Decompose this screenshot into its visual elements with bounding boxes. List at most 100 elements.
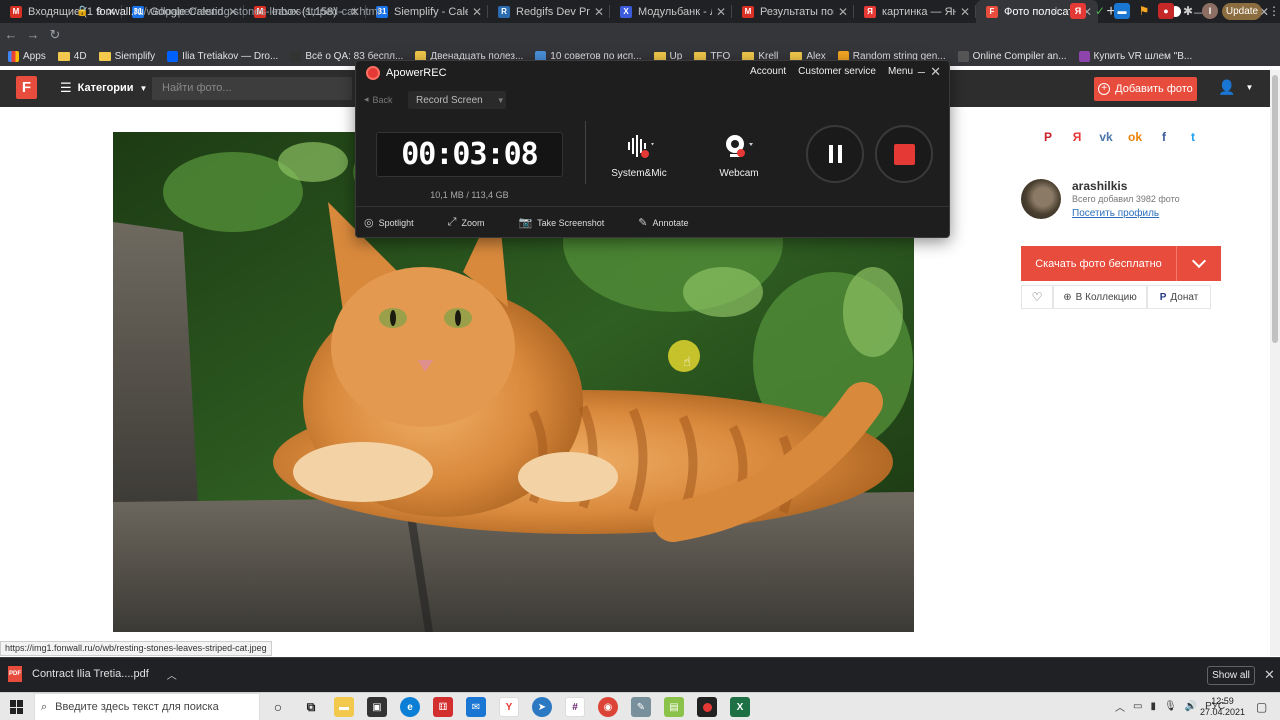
- task-view-icon[interactable]: ⧉: [301, 697, 321, 717]
- bookmark-label: Купить VR шлем "В...: [1093, 50, 1193, 62]
- donate-button[interactable]: P Донат: [1147, 285, 1211, 309]
- avatar[interactable]: [1021, 179, 1061, 219]
- red-extension-icon[interactable]: ●: [1158, 3, 1174, 19]
- back-arrow-icon[interactable]: ←: [0, 27, 22, 42]
- like-button[interactable]: ♡: [1021, 285, 1053, 309]
- webcam-button[interactable]: Webcam: [712, 133, 766, 179]
- back-label: Back: [372, 94, 393, 105]
- url-path: /wallpaper/resting-stones-leaves-striped…: [143, 5, 381, 18]
- gmail-icon: M: [10, 5, 22, 18]
- excel-icon[interactable]: X: [730, 697, 750, 717]
- scrollbar-thumb[interactable]: [1272, 75, 1278, 343]
- pinterest-icon[interactable]: P: [1038, 127, 1058, 147]
- add-photo-button[interactable]: + Добавить фото: [1094, 77, 1197, 101]
- yandex-browser-icon[interactable]: Y: [499, 697, 519, 717]
- pdf-file-icon: PDF: [8, 666, 22, 682]
- gift-app-icon[interactable]: ⚅: [433, 697, 453, 717]
- chrome-icon[interactable]: ◉: [598, 697, 618, 717]
- bookmark-item[interactable]: Online Compiler an...: [957, 50, 1067, 62]
- site-search-input[interactable]: Найти фото...: [152, 77, 352, 100]
- update-button[interactable]: Update: [1222, 3, 1262, 20]
- customer-service-menu-item[interactable]: Customer service: [798, 66, 876, 77]
- puzzle-extensions-icon[interactable]: ✱: [1180, 3, 1196, 19]
- link-status-tooltip: https://img1.fonwall.ru/o/wb/resting-sto…: [0, 641, 272, 656]
- lock-icon[interactable]: 🔒: [76, 6, 88, 17]
- download-item[interactable]: PDF Contract Ilia Tretia....pdf ︿: [8, 666, 177, 682]
- download-options-button[interactable]: [1176, 246, 1221, 281]
- blue-extension-icon[interactable]: ▬: [1114, 3, 1130, 19]
- windows-start-icon[interactable]: [10, 700, 24, 714]
- bookmark-star-icon[interactable]: ☆: [1048, 3, 1064, 19]
- chrome-menu-icon[interactable]: ⋮: [1268, 4, 1280, 18]
- bookmark-item[interactable]: Siemplify: [98, 50, 156, 62]
- audio-source-button[interactable]: System&Mic: [609, 133, 669, 179]
- file-explorer-icon[interactable]: ▬: [334, 697, 354, 717]
- slack-icon[interactable]: #: [565, 697, 585, 717]
- annotate-label: Annotate: [652, 217, 689, 228]
- stop-button[interactable]: [875, 125, 933, 183]
- user-menu[interactable]: 👤 ▼: [1218, 79, 1253, 96]
- bookmark-item[interactable]: 4D: [57, 51, 87, 62]
- vk-icon[interactable]: vk: [1096, 127, 1116, 147]
- download-button[interactable]: Скачать фото бесплатно: [1021, 246, 1221, 281]
- store-icon[interactable]: ▣: [367, 697, 387, 717]
- bookmark-item[interactable]: Купить VR шлем "В...: [1078, 50, 1193, 62]
- add-to-collection-button[interactable]: ⊕ В Коллекцию: [1053, 285, 1147, 309]
- telegram-icon[interactable]: ➤: [532, 697, 552, 717]
- minimize-recorder-button[interactable]: –: [918, 64, 925, 79]
- clock-date: 27.04.2021: [1200, 707, 1246, 717]
- cortana-icon[interactable]: ○: [268, 697, 288, 717]
- recorder-tools: ◎ Spotlight ⤢ Zoom 📷 Take Screenshot ✎ A…: [356, 206, 949, 238]
- spotlight-icon: ◎: [364, 217, 374, 229]
- bookmark-item[interactable]: Ilia Tretiakov — Dro...: [167, 50, 278, 62]
- folder-icon: [98, 51, 111, 61]
- record-mode-dropdown[interactable]: Record Screen ▼: [408, 91, 506, 109]
- close-downloads-bar-icon[interactable]: ✕: [1264, 667, 1275, 683]
- close-recorder-button[interactable]: ✕: [930, 64, 941, 80]
- checkmark-extension-icon[interactable]: ✓: [1092, 3, 1108, 19]
- menu-menu-item[interactable]: Menu: [888, 66, 913, 77]
- notepad-app-icon[interactable]: ▤: [664, 697, 684, 717]
- author-name[interactable]: arashilkis: [1072, 179, 1127, 193]
- chevron-up-icon[interactable]: ︿: [167, 667, 177, 682]
- screenshot-tool[interactable]: 📷 Take Screenshot: [518, 216, 604, 229]
- network-icon[interactable]: ▭: [1133, 701, 1142, 712]
- pen-app-icon[interactable]: ✎: [631, 697, 651, 717]
- plus-circle-icon: ⊕: [1063, 291, 1072, 303]
- categories-button[interactable]: ☰ Категории ▼: [60, 80, 147, 96]
- twitter-icon[interactable]: t: [1183, 127, 1203, 147]
- edge-icon[interactable]: e: [400, 697, 420, 717]
- account-menu-item[interactable]: Account: [750, 66, 786, 77]
- annotate-tool[interactable]: ✎ Annotate: [638, 216, 688, 229]
- yandex-extension-icon[interactable]: Я: [1070, 3, 1086, 19]
- mail-icon[interactable]: ✉: [466, 697, 486, 717]
- chevron-up-icon[interactable]: ︿: [1115, 699, 1125, 714]
- bookmark-label: Siemplify: [114, 50, 156, 62]
- spotlight-tool[interactable]: ◎ Spotlight: [364, 216, 414, 229]
- profile-avatar-icon[interactable]: I: [1202, 3, 1218, 19]
- battery-icon[interactable]: ▮: [1150, 701, 1156, 712]
- odnoklassniki-icon[interactable]: ok: [1125, 127, 1145, 147]
- flag-extension-icon[interactable]: ⚑: [1136, 3, 1152, 19]
- pause-button[interactable]: [806, 125, 864, 183]
- apowerrec-taskbar-icon[interactable]: [697, 697, 717, 717]
- bookmark-item[interactable]: Apps: [8, 50, 46, 62]
- taskbar-search-input[interactable]: ⌕ Введите здесь текст для поиска: [34, 693, 260, 720]
- volume-icon[interactable]: 🔊: [1185, 701, 1197, 712]
- fonwall-logo[interactable]: F: [16, 76, 37, 99]
- forward-arrow-icon[interactable]: →: [22, 27, 44, 42]
- address-bar[interactable]: 🔒 fonwall.ru /wallpaper/resting-stones-l…: [72, 2, 1072, 21]
- spotlight-label: Spotlight: [378, 217, 414, 228]
- reload-icon[interactable]: ↻: [44, 27, 66, 43]
- microphone-icon[interactable]: 🎙: [1164, 701, 1177, 712]
- show-all-downloads-button[interactable]: Show all: [1207, 666, 1255, 685]
- categories-label: Категории: [77, 82, 134, 94]
- collection-label: В Коллекцию: [1075, 291, 1137, 303]
- back-button[interactable]: ◂ Back: [364, 94, 393, 105]
- notifications-icon[interactable]: ▢: [1256, 700, 1267, 714]
- visit-profile-link[interactable]: Посетить профиль: [1072, 208, 1159, 219]
- yandex-icon[interactable]: Я: [1067, 127, 1087, 147]
- clock[interactable]: 12:59 27.04.2021: [1200, 696, 1245, 718]
- zoom-tool[interactable]: ⤢ Zoom: [448, 216, 485, 229]
- facebook-icon[interactable]: f: [1154, 127, 1174, 147]
